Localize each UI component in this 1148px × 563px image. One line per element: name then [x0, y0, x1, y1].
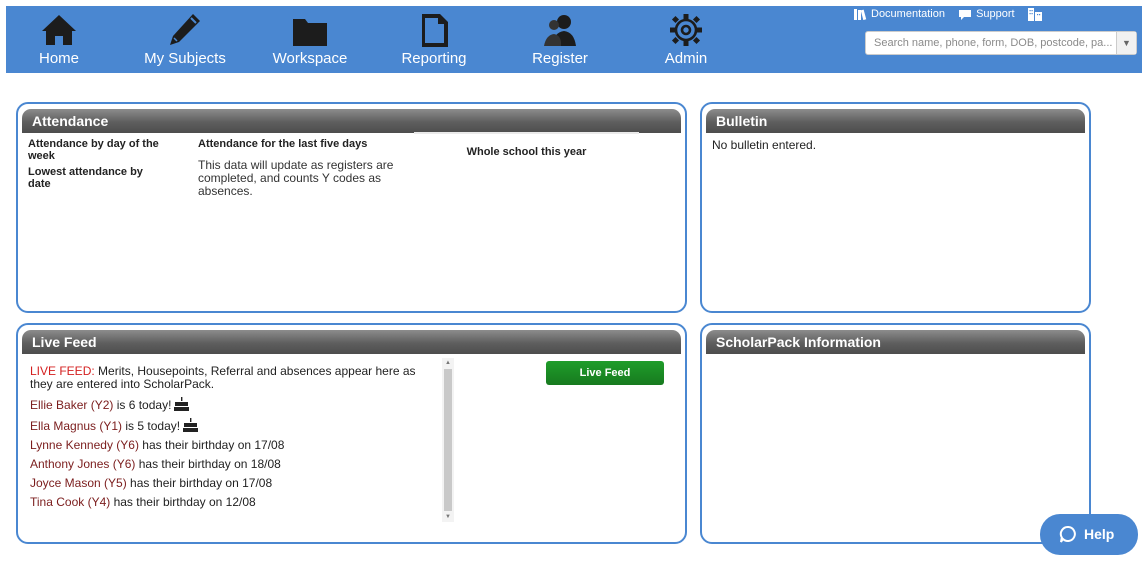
bulletin-text: No bulletin entered. [712, 138, 817, 152]
live-feed-prefix: LIVE FEED: [30, 364, 95, 378]
student-name-link[interactable]: Tina Cook (Y4) [30, 495, 110, 509]
attendance-links: Attendance by day of the week Lowest att… [28, 138, 168, 190]
live-feed-scrollbar[interactable]: ▲ ▼ [442, 358, 454, 522]
search-dropdown-toggle[interactable]: ▼ [1116, 32, 1136, 54]
school-link[interactable] [1027, 8, 1046, 21]
nav-workspace-label: Workspace [272, 50, 348, 67]
bulletin-panel: Bulletin No bulletin entered. [700, 102, 1091, 313]
scroll-up-arrow[interactable]: ▲ [442, 358, 454, 368]
live-feed-list: LIVE FEED: Merits, Housepoints, Referral… [30, 365, 435, 530]
nav-admin[interactable]: Admin [658, 6, 714, 73]
live-feed-entry: Joyce Mason (Y5) has their birthday on 1… [30, 477, 435, 490]
entry-text: has their birthday on 17/08 [138, 438, 285, 452]
scroll-down-arrow[interactable]: ▼ [442, 512, 454, 522]
nav-home-label: Home [38, 50, 79, 67]
nav-register-label: Register [532, 50, 588, 67]
nav-my-subjects-label: My Subjects [144, 50, 226, 67]
live-feed-entry: Ella Magnus (Y1) is 5 today! [30, 418, 435, 433]
nav-workspace[interactable]: Workspace [270, 6, 350, 73]
attendance-by-day-link[interactable]: Attendance by day of the week [28, 138, 168, 162]
search-box: ▼ [865, 31, 1137, 55]
search-input[interactable] [866, 32, 1114, 54]
help-label: Help [1084, 526, 1115, 542]
nav-home[interactable]: Home [30, 6, 88, 73]
nav-reporting[interactable]: Reporting [398, 6, 470, 73]
whole-school-chart: Whole school this year [414, 132, 639, 218]
support-link[interactable]: Support [958, 8, 1015, 21]
nav-my-subjects[interactable]: My Subjects [140, 6, 230, 73]
bulletin-title: Bulletin [706, 109, 1085, 133]
student-name-link[interactable]: Ellie Baker (Y2) [30, 398, 113, 412]
nav-admin-label: Admin [664, 50, 708, 67]
birthday-cake-icon [174, 397, 190, 411]
top-links: Documentation Support [854, 8, 1056, 26]
documentation-link[interactable]: Documentation [854, 8, 945, 21]
lowest-attendance-link[interactable]: Lowest attendance by date [28, 166, 168, 190]
scholarpack-info-title: ScholarPack Information [706, 330, 1085, 354]
user-icon [544, 15, 576, 46]
last-five-days-text: This data will update as registers are c… [198, 158, 394, 198]
chat-icon [959, 9, 972, 20]
entry-text: has their birthday on 12/08 [110, 495, 256, 509]
help-button[interactable]: Help [1040, 514, 1138, 555]
entry-text: has their birthday on 17/08 [126, 476, 273, 490]
live-feed-panel: Live Feed LIVE FEED: Merits, Housepoints… [16, 323, 687, 544]
live-feed-entry: Tina Cook (Y4) has their birthday on 12/… [30, 496, 435, 509]
live-feed-button[interactable]: Live Feed [546, 361, 664, 385]
scholarpack-info-panel: ScholarPack Information [700, 323, 1091, 544]
top-navigation-bar: Home My Subjects Workspace Reporting Reg… [6, 6, 1142, 73]
building-icon [1027, 8, 1042, 21]
live-feed-entry: Lynne Kennedy (Y6) has their birthday on… [30, 439, 435, 452]
scroll-thumb[interactable] [444, 369, 452, 511]
last-five-days-title: Attendance for the last five days [198, 138, 368, 150]
gear-icon [670, 14, 702, 46]
live-feed-entry: Ellie Baker (Y2) is 6 today! [30, 397, 435, 412]
pencil-icon [170, 14, 200, 45]
student-name-link[interactable]: Ella Magnus (Y1) [30, 419, 122, 433]
attendance-title: Attendance [22, 109, 681, 133]
home-icon [42, 15, 76, 45]
whole-school-title: Whole school this year [466, 146, 587, 158]
student-name-link[interactable]: Joyce Mason (Y5) [30, 476, 127, 490]
document-icon [422, 14, 448, 47]
entry-text: has their birthday on 18/08 [135, 457, 281, 471]
student-name-link[interactable]: Anthony Jones (Y6) [30, 457, 135, 471]
live-feed-entry: Anthony Jones (Y6) has their birthday on… [30, 458, 435, 471]
birthday-cake-icon [183, 418, 199, 432]
last-five-days: Attendance for the last five days This d… [198, 138, 403, 198]
nav-reporting-label: Reporting [401, 50, 467, 67]
live-feed-title: Live Feed [22, 330, 681, 354]
entry-text: is 6 today! [113, 398, 172, 412]
folder-icon [293, 19, 327, 46]
student-name-link[interactable]: Lynne Kennedy (Y6) [30, 438, 139, 452]
chat-bubble-icon [1059, 526, 1076, 543]
books-icon [854, 9, 867, 21]
nav-register[interactable]: Register [527, 6, 593, 73]
live-feed-intro: LIVE FEED: Merits, Housepoints, Referral… [30, 365, 435, 391]
attendance-panel: Attendance Attendance by day of the week… [16, 102, 687, 313]
entry-text: is 5 today! [122, 419, 181, 433]
